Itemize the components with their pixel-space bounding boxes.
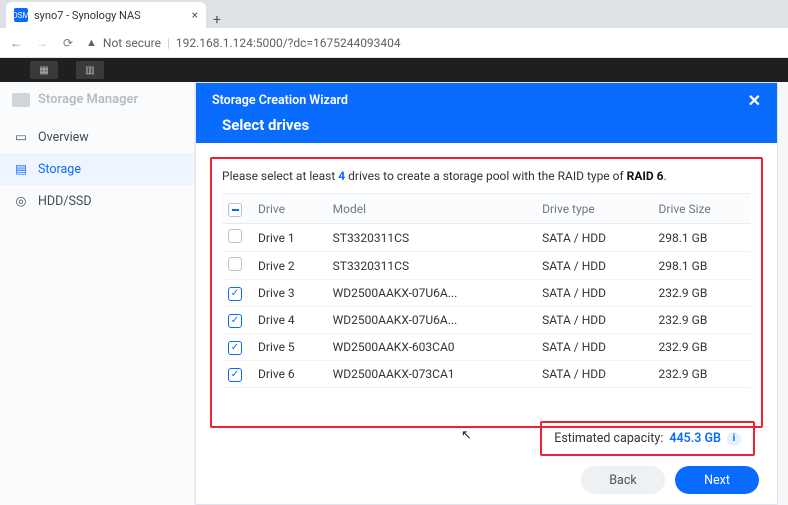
- hdd-icon: ◎: [14, 194, 28, 208]
- sidebar-item-label: Storage: [38, 162, 81, 177]
- sidebar-item-label: Overview: [38, 130, 89, 145]
- drive-checkbox[interactable]: [228, 229, 242, 243]
- dsm-taskbar: ▦ ▥: [0, 58, 788, 82]
- url-text: 192.168.1.124:5000/?dc=1675244093404: [176, 36, 401, 50]
- drive-table: Drive Model Drive type Drive Size Drive …: [222, 193, 751, 388]
- app-title: Storage Manager: [0, 82, 194, 121]
- info-icon[interactable]: i: [727, 432, 741, 446]
- wizard-header: Storage Creation Wizard ✕ Select drives: [196, 83, 777, 143]
- app-title-text: Storage Manager: [38, 92, 138, 107]
- favicon-icon: DSM: [14, 8, 28, 22]
- table-row[interactable]: Drive 3WD2500AAKX-07U6A...SATA / HDD232.…: [222, 280, 751, 307]
- close-icon[interactable]: ✕: [748, 91, 761, 110]
- tab-close-icon[interactable]: ×: [192, 8, 198, 22]
- cell-type: SATA / HDD: [536, 280, 652, 307]
- cell-type: SATA / HDD: [536, 361, 652, 388]
- sidebar: Storage Manager ▭ Overview ▤ Storage ◎ H…: [0, 82, 195, 505]
- forward-icon[interactable]: →: [34, 36, 50, 50]
- wizard-body: Please select at least 4 drives to creat…: [196, 143, 777, 434]
- sidebar-item-overview[interactable]: ▭ Overview: [0, 121, 194, 153]
- browser-tab[interactable]: DSM syno7 - Synology NAS ×: [6, 2, 206, 28]
- overview-icon: ▭: [14, 130, 28, 144]
- security-label: Not secure: [103, 36, 161, 50]
- cell-type: SATA / HDD: [536, 224, 652, 252]
- estimated-capacity: Estimated capacity: 445.3 GB i: [540, 421, 755, 456]
- cell-size: 232.9 GB: [653, 334, 751, 361]
- cell-drive: Drive 2: [252, 252, 327, 280]
- col-model[interactable]: Model: [327, 194, 536, 224]
- wizard-step-title: Select drives: [222, 116, 761, 134]
- wizard-buttons: Back Next: [581, 466, 759, 494]
- new-tab-button[interactable]: +: [206, 12, 228, 28]
- reload-icon[interactable]: ⟳: [60, 36, 76, 50]
- cell-model: WD2500AAKX-07U6A...: [327, 307, 536, 334]
- drive-checkbox[interactable]: [228, 341, 242, 355]
- table-row[interactable]: Drive 1ST3320311CSSATA / HDD298.1 GB: [222, 224, 751, 252]
- separator: |: [167, 36, 170, 50]
- table-row[interactable]: Drive 5WD2500AAKX-603CA0SATA / HDD232.9 …: [222, 334, 751, 361]
- cell-model: WD2500AAKX-07U6A...: [327, 280, 536, 307]
- storage-creation-wizard: Storage Creation Wizard ✕ Select drives …: [195, 82, 778, 505]
- cell-model: ST3320311CS: [327, 224, 536, 252]
- taskbar-app-icon[interactable]: ▥: [76, 61, 104, 79]
- table-header-row: Drive Model Drive type Drive Size: [222, 194, 751, 224]
- taskbar-app-icon[interactable]: ▦: [30, 61, 58, 79]
- tab-title: syno7 - Synology NAS: [34, 9, 141, 22]
- capacity-value: 445.3 GB: [669, 431, 721, 446]
- cell-model: WD2500AAKX-073CA1: [327, 361, 536, 388]
- drive-checkbox[interactable]: [228, 257, 242, 271]
- table-row[interactable]: Drive 2ST3320311CSSATA / HDD298.1 GB: [222, 252, 751, 280]
- sidebar-item-hdd[interactable]: ◎ HDD/SSD: [0, 185, 194, 217]
- browser-tabbar: DSM syno7 - Synology NAS × +: [0, 0, 788, 28]
- capacity-label: Estimated capacity:: [554, 431, 663, 446]
- cell-model: ST3320311CS: [327, 252, 536, 280]
- drive-checkbox[interactable]: [228, 314, 242, 328]
- storage-icon: ▤: [14, 162, 28, 176]
- cell-size: 298.1 GB: [653, 224, 751, 252]
- select-all-checkbox[interactable]: [228, 203, 242, 217]
- cell-type: SATA / HDD: [536, 334, 652, 361]
- back-button[interactable]: Back: [581, 466, 665, 494]
- cell-drive: Drive 1: [252, 224, 327, 252]
- sidebar-item-storage[interactable]: ▤ Storage: [0, 153, 194, 185]
- cell-drive: Drive 6: [252, 361, 327, 388]
- back-icon[interactable]: ←: [8, 36, 24, 50]
- next-button[interactable]: Next: [675, 466, 759, 494]
- highlight-frame: Please select at least 4 drives to creat…: [210, 157, 763, 428]
- sidebar-item-label: HDD/SSD: [38, 194, 92, 209]
- drive-checkbox[interactable]: [228, 287, 242, 301]
- insecure-icon: ▲: [86, 36, 97, 49]
- wizard-header-label: Storage Creation Wizard: [212, 93, 348, 108]
- cell-size: 232.9 GB: [653, 307, 751, 334]
- browser-toolbar: ← → ⟳ ▲ Not secure | 192.168.1.124:5000/…: [0, 28, 788, 58]
- drive-checkbox[interactable]: [228, 368, 242, 382]
- cell-type: SATA / HDD: [536, 307, 652, 334]
- cell-size: 232.9 GB: [653, 280, 751, 307]
- cell-model: WD2500AAKX-603CA0: [327, 334, 536, 361]
- cell-drive: Drive 5: [252, 334, 327, 361]
- col-drive[interactable]: Drive: [252, 194, 327, 224]
- cell-size: 298.1 GB: [653, 252, 751, 280]
- table-row[interactable]: Drive 6WD2500AAKX-073CA1SATA / HDD232.9 …: [222, 361, 751, 388]
- cell-size: 232.9 GB: [653, 361, 751, 388]
- address-bar[interactable]: ▲ Not secure | 192.168.1.124:5000/?dc=16…: [86, 36, 401, 50]
- col-type[interactable]: Drive type: [536, 194, 652, 224]
- storage-manager-icon: [12, 93, 30, 107]
- cell-drive: Drive 4: [252, 307, 327, 334]
- instruction-text: Please select at least 4 drives to creat…: [222, 169, 751, 183]
- col-size[interactable]: Drive Size: [653, 194, 751, 224]
- cell-type: SATA / HDD: [536, 252, 652, 280]
- table-row[interactable]: Drive 4WD2500AAKX-07U6A...SATA / HDD232.…: [222, 307, 751, 334]
- cell-drive: Drive 3: [252, 280, 327, 307]
- app-root: ▦ ▥ Storage Manager ▭ Overview ▤ Storage…: [0, 58, 788, 505]
